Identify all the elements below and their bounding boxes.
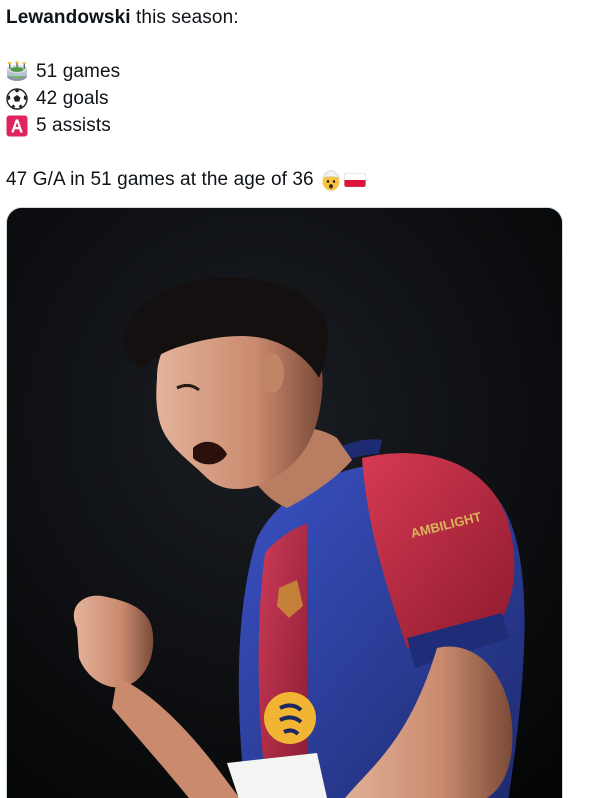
stat-games-text: 51 games [36, 61, 121, 82]
tweet-post: Lewandowski this season: 51 games 42 goa… [0, 0, 600, 798]
letter-a-icon [6, 115, 28, 137]
tweet-text: Lewandowski this season: 51 games 42 goa… [6, 4, 366, 193]
tweet-photo[interactable]: AMBILIGHT [6, 207, 563, 798]
stat-goals-text: 42 goals [36, 88, 109, 109]
intro-text: this season: [130, 7, 239, 28]
exploding-head-icon [320, 169, 342, 191]
stadium-icon [6, 60, 28, 83]
stat-games: 51 games [6, 58, 366, 85]
poland-flag-icon [343, 169, 366, 191]
player-celebration-image: AMBILIGHT [7, 208, 562, 798]
summary-line: 47 G/A in 51 games at the age of 36 [6, 166, 366, 193]
stat-goals: 42 goals [6, 85, 366, 112]
soccer-ball-icon [6, 87, 28, 110]
tweet-intro-line: Lewandowski this season: [6, 4, 366, 31]
stat-assists: 5 assists [6, 112, 366, 139]
summary-text: 47 G/A in 51 games at the age of 36 [6, 169, 314, 190]
stat-assists-text: 5 assists [36, 115, 111, 136]
author-name: Lewandowski [6, 7, 131, 28]
